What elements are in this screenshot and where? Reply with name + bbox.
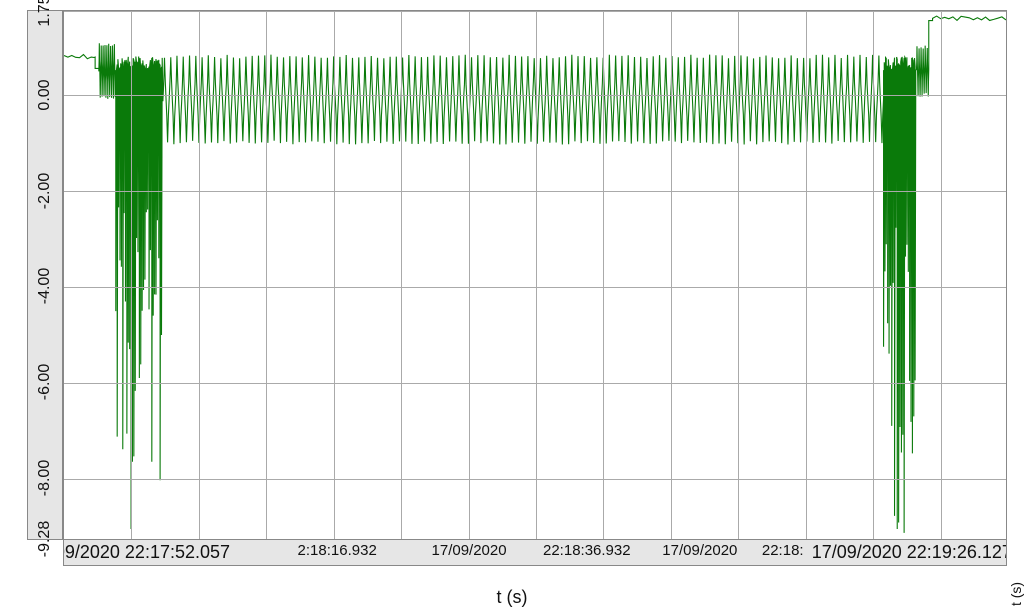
x-axis-tick-strip: 17/09/2020 22:17:52.057 2:18:16.932 17/09/… [63,540,1007,566]
v-gridline [738,11,739,539]
plot-area[interactable] [63,10,1007,540]
h-gridline [64,287,1006,288]
h-gridline [64,383,1006,384]
y-tick-label: 0.00 [36,79,54,110]
y-tick-label: -2.00 [36,172,54,208]
h-gridline [64,95,1006,96]
x-tick-label: 17/09/2020 [662,542,737,559]
v-gridline [131,11,132,539]
y-tick-label: -9.28 [36,521,54,557]
v-gridline [536,11,537,539]
v-gridline [199,11,200,539]
y-tick-label: -8.00 [36,460,54,496]
v-gridline [266,11,267,539]
v-gridline [671,11,672,539]
y-axis-tick-strip: 1.750.00-2.00-4.00-6.00-8.00-9.28 [27,10,63,540]
x-tick-label: 2:18:16.932 [298,542,377,559]
h-gridline [64,191,1006,192]
x-axis-title-right: t (s) [1008,582,1024,606]
x-tick-label: 17/09/2020 22:17:52.057 [63,542,230,563]
chart-container: AI E-1 (ue) 1.750.00-2.00-4.00-6.00-8.00… [0,0,1024,610]
x-tick-label: 22:18: [762,542,804,559]
y-tick-label: -6.00 [36,364,54,400]
v-gridline [603,11,604,539]
x-tick-label: 17/09/2020 22:19:26.127 [812,542,1007,563]
h-gridline [64,11,1006,12]
x-tick-label: 17/09/2020 [432,542,507,559]
v-gridline [469,11,470,539]
y-tick-label: -4.00 [36,268,54,304]
h-gridline [64,479,1006,480]
v-gridline [873,11,874,539]
v-gridline [334,11,335,539]
v-gridline [806,11,807,539]
signal-plot [64,11,1006,539]
v-gridline [401,11,402,539]
x-axis-title: t (s) [0,587,1024,608]
v-gridline [941,11,942,539]
x-tick-label: 22:18:36.932 [543,542,631,559]
y-tick-label: 1.75 [36,0,54,27]
